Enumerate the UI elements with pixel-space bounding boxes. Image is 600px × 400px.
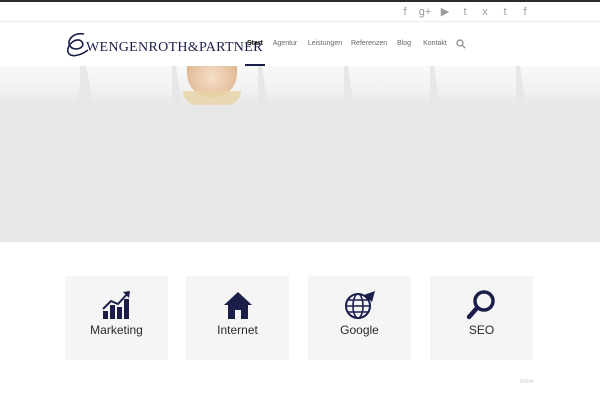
hero-tile bbox=[434, 66, 516, 110]
feature-card-marketing[interactable]: Marketing bbox=[65, 276, 168, 360]
more-link[interactable]: more bbox=[520, 379, 534, 385]
feature-card-internet[interactable]: Internet bbox=[186, 276, 289, 360]
chart-growth-icon bbox=[102, 291, 130, 319]
feature-label: Internet bbox=[217, 323, 258, 337]
feature-label: SEO bbox=[468, 323, 495, 337]
main-header: WENGENROTH&PARTNER Start Agentur Leistun… bbox=[0, 22, 600, 66]
twitter-icon[interactable]: t bbox=[458, 5, 472, 19]
globe-arrow-icon bbox=[345, 291, 375, 319]
features-section: Marketing Internet Google SEO more bbox=[0, 242, 600, 400]
facebook-icon[interactable]: f bbox=[398, 5, 412, 19]
hero-tile bbox=[348, 66, 430, 110]
logo-text: WENGENROTH&PARTNER bbox=[86, 40, 263, 55]
social-bar: f g+ ▶ t x t f bbox=[0, 2, 600, 22]
home-icon bbox=[224, 292, 252, 319]
hero-tile bbox=[86, 66, 172, 110]
nav-start[interactable]: Start bbox=[245, 22, 265, 66]
feature-label: Marketing bbox=[90, 323, 143, 337]
hero-slider[interactable] bbox=[0, 66, 600, 242]
xing-icon[interactable]: x bbox=[478, 5, 492, 19]
feature-card-seo[interactable]: SEO bbox=[430, 276, 533, 360]
feature-label: Google bbox=[340, 323, 379, 337]
logo[interactable]: WENGENROTH&PARTNER bbox=[62, 30, 262, 60]
feature-card-google[interactable]: Google bbox=[308, 276, 411, 360]
hero-photo-hair bbox=[183, 91, 241, 105]
nav-blog[interactable]: Blog bbox=[396, 22, 412, 66]
facebook-icon[interactable]: f bbox=[518, 5, 532, 19]
hero-tile bbox=[0, 66, 80, 110]
nav-referenzen[interactable]: Referenzen bbox=[351, 22, 387, 66]
google-plus-icon[interactable]: g+ bbox=[418, 5, 432, 19]
search-icon[interactable] bbox=[456, 39, 466, 49]
nav-kontakt[interactable]: Kontakt bbox=[422, 22, 448, 66]
nav-agentur[interactable]: Agentur bbox=[272, 22, 298, 66]
hero-tile bbox=[262, 66, 344, 110]
tumblr-icon[interactable]: t bbox=[498, 5, 512, 19]
youtube-icon[interactable]: ▶ bbox=[438, 5, 452, 19]
hero-tile bbox=[520, 66, 600, 110]
magnifier-icon bbox=[466, 290, 495, 320]
nav-leistungen[interactable]: Leistungen bbox=[307, 22, 343, 66]
